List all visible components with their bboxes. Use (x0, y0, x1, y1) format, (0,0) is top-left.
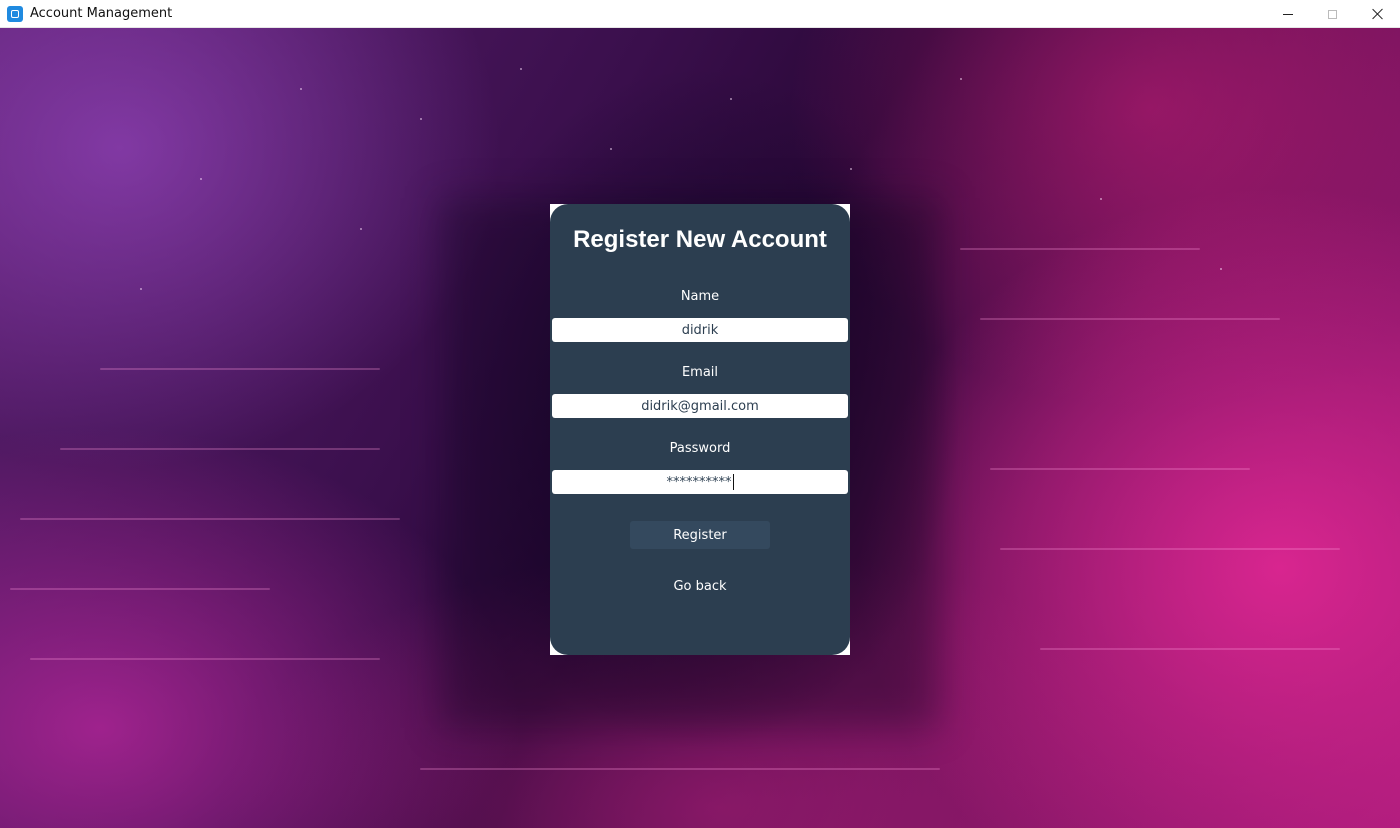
form-title: Register New Account (573, 226, 827, 253)
close-icon (1372, 8, 1384, 20)
email-input[interactable] (552, 394, 848, 418)
text-caret (732, 474, 734, 490)
window-title: Account Management (30, 6, 173, 21)
name-label: Name (680, 289, 720, 304)
register-card: Register New Account Name Email Password… (550, 204, 850, 655)
app-window: Account Management Register New Account … (0, 0, 1400, 828)
window-controls (1265, 0, 1400, 28)
app-icon (7, 5, 23, 22)
password-input[interactable]: ********** (552, 470, 848, 494)
minimize-button[interactable] (1265, 0, 1310, 28)
go-back-link[interactable]: Go back (550, 579, 850, 594)
register-button[interactable]: Register (630, 521, 770, 549)
maximize-button[interactable] (1310, 0, 1355, 28)
close-button[interactable] (1355, 0, 1400, 28)
minimize-icon (1282, 13, 1293, 15)
password-label: Password (669, 441, 731, 456)
email-label: Email (681, 365, 719, 380)
maximize-icon (1328, 9, 1337, 19)
name-input[interactable] (552, 318, 848, 342)
title-bar[interactable]: Account Management (0, 0, 1400, 28)
password-value: ********** (666, 474, 732, 490)
